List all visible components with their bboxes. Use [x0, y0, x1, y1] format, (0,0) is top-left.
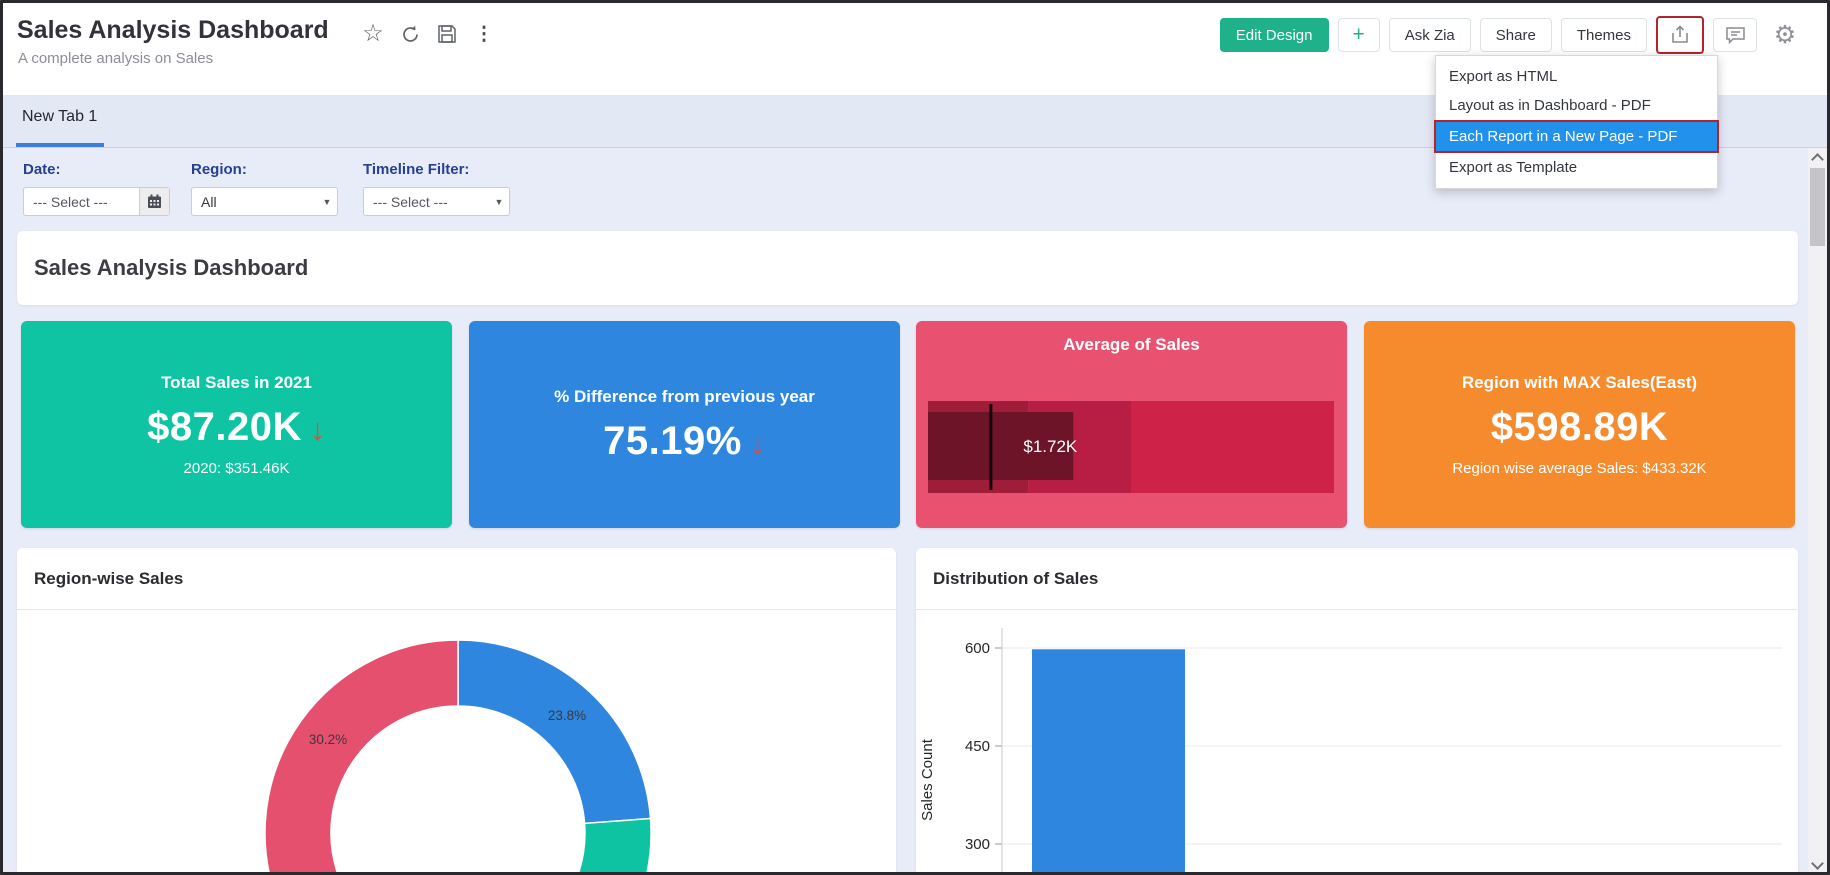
settings-gear-icon[interactable]: ⚙ [1766, 18, 1804, 52]
menu-item-export-html[interactable]: Export as HTML [1436, 62, 1717, 91]
bar-chart-svg[interactable]: 600 450 300 Sales Count [916, 610, 1796, 875]
export-icon[interactable] [1656, 16, 1704, 54]
kpi-card-total-sales[interactable]: Total Sales in 2021 $87.20K ↓ 2020: $351.… [21, 321, 452, 528]
kpi-value: $598.89K [1490, 405, 1669, 449]
kpi-title: Average of Sales [1063, 335, 1200, 354]
page-title: Sales Analysis Dashboard [17, 16, 329, 44]
kpi-card-average-sales[interactable]: Average of Sales $1.72K [916, 321, 1347, 528]
chevron-down-icon: ▼ [494, 196, 504, 207]
trend-down-arrow-icon: ↓ [309, 412, 326, 447]
svg-text:$1.72K: $1.72K [1023, 437, 1078, 456]
svg-text:450: 450 [965, 738, 990, 755]
tab-new-tab-1[interactable]: New Tab 1 [22, 108, 97, 126]
filter-label-date: Date: [23, 161, 61, 178]
panel-title: Distribution of Sales [916, 548, 1798, 610]
comment-icon[interactable] [1713, 18, 1757, 52]
panel-region-wise-sales: Region-wise Sales 23.8% 30.2% [17, 548, 896, 875]
region-filter-value: All [201, 193, 217, 210]
filter-label-region: Region: [191, 161, 247, 178]
calendar-icon[interactable] [139, 188, 169, 215]
kpi-title: % Difference from previous year [554, 387, 815, 406]
kpi-card-percent-difference[interactable]: % Difference from previous year 75.19% ↓ [469, 321, 900, 528]
region-filter-select[interactable]: All ▼ [191, 187, 338, 216]
export-menu: Export as HTML Layout as in Dashboard - … [1434, 55, 1719, 189]
kpi-subtext: Region wise average Sales: $433.32K [1452, 460, 1707, 477]
edit-design-button[interactable]: Edit Design [1219, 18, 1329, 52]
section-title-panel: Sales Analysis Dashboard [17, 231, 1798, 305]
active-tab-underline [16, 143, 104, 147]
scroll-down-icon[interactable] [1811, 857, 1824, 870]
app-window: Sales Analysis Dashboard A complete anal… [0, 0, 1830, 875]
filter-label-timeline: Timeline Filter: [363, 161, 470, 178]
header-toolbar: Edit Design + Ask Zia Share Themes ⚙ [1219, 16, 1804, 54]
svg-text:30.2%: 30.2% [309, 732, 347, 747]
kpi-title: Region with MAX Sales(East) [1461, 373, 1698, 392]
bullet-chart-svg[interactable]: $1.72K [928, 401, 1334, 494]
menu-item-export-template[interactable]: Export as Template [1436, 153, 1717, 182]
panel-distribution-of-sales: Distribution of Sales 600 450 300 Sales Cou… [916, 548, 1798, 875]
chevron-down-icon: ▼ [322, 196, 332, 207]
refresh-icon[interactable] [398, 21, 422, 47]
scroll-up-icon[interactable] [1811, 153, 1824, 166]
kpi-value: 75.19% ↓ [603, 419, 766, 463]
svg-text:600: 600 [965, 640, 990, 657]
share-button[interactable]: Share [1479, 18, 1552, 52]
vertical-scrollbar[interactable] [1808, 148, 1827, 872]
panel-title: Region-wise Sales [17, 548, 896, 610]
kpi-value: $87.20K ↓ [147, 405, 326, 449]
more-vertical-icon[interactable]: ⋮ [472, 21, 496, 47]
svg-text:23.8%: 23.8% [548, 708, 586, 723]
section-title: Sales Analysis Dashboard [34, 255, 309, 280]
themes-button[interactable]: Themes [1560, 18, 1647, 52]
date-filter-value: --- Select --- [33, 193, 108, 210]
menu-item-layout-dashboard-pdf[interactable]: Layout as in Dashboard - PDF [1436, 91, 1717, 120]
add-tab-button[interactable]: + [1337, 18, 1380, 52]
save-icon[interactable] [435, 21, 459, 47]
timeline-filter-value: --- Select --- [373, 193, 448, 210]
svg-text:300: 300 [965, 836, 990, 853]
kpi-title: Total Sales in 2021 [161, 373, 312, 392]
menu-item-each-report-new-page-pdf[interactable]: Each Report in a New Page - PDF [1434, 120, 1719, 153]
page-subtitle: A complete analysis on Sales [18, 50, 214, 67]
trend-down-arrow-icon: ↓ [749, 426, 766, 461]
scrollbar-thumb[interactable] [1810, 168, 1825, 246]
date-filter-input[interactable]: --- Select --- [23, 187, 170, 216]
dashboard-content: Date: --- Select --- Region: All ▼ Timel… [3, 148, 1808, 875]
kpi-card-region-max-sales[interactable]: Region with MAX Sales(East) $598.89K Reg… [1364, 321, 1795, 528]
svg-text:Sales Count: Sales Count [919, 738, 936, 821]
donut-chart-svg[interactable]: 23.8% 30.2% [17, 610, 896, 875]
header-quick-icons: ☆ ⋮ [361, 21, 496, 47]
kpi-subtext: 2020: $351.46K [183, 460, 290, 477]
timeline-filter-select[interactable]: --- Select --- ▼ [363, 187, 510, 216]
star-icon[interactable]: ☆ [361, 21, 385, 47]
ask-zia-button[interactable]: Ask Zia [1388, 18, 1471, 52]
